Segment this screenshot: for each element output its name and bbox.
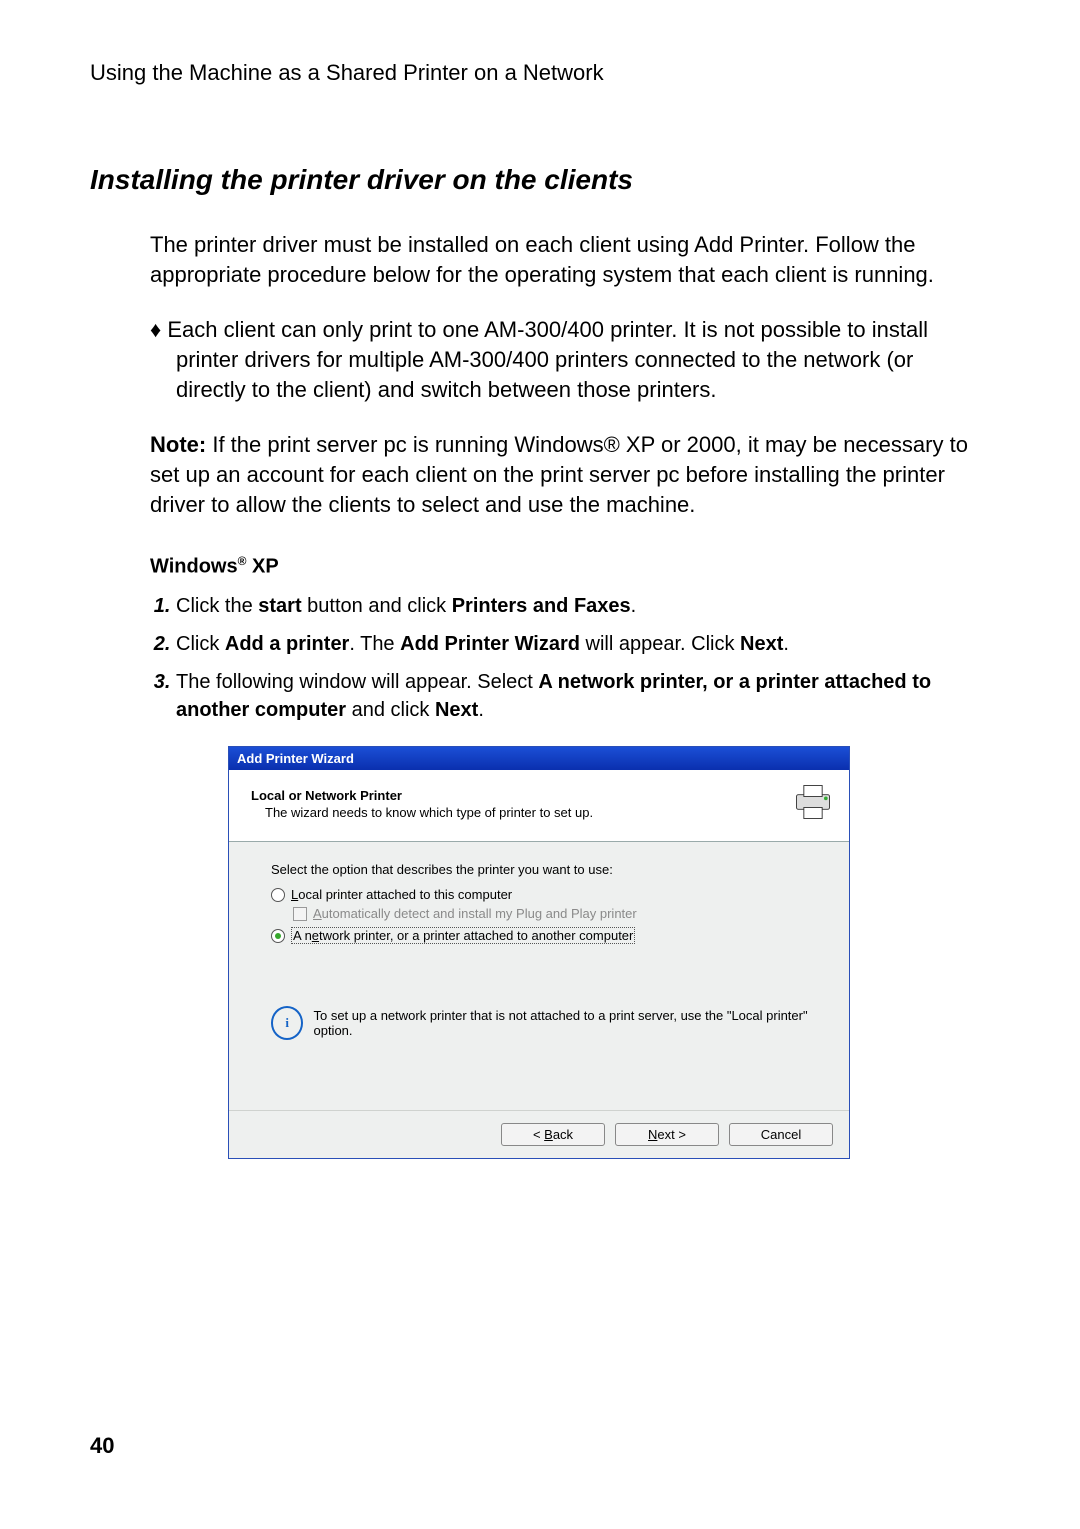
ak: N <box>648 1127 657 1142</box>
printer-icon <box>791 780 835 827</box>
steps-list: Click the start button and click Printer… <box>150 592 980 724</box>
back-button[interactable]: < Back <box>501 1123 605 1146</box>
t: Add a printer <box>225 633 349 655</box>
note-paragraph: Note: If the print server pc is running … <box>150 430 980 519</box>
t: Add Printer Wizard <box>400 633 580 655</box>
t: start <box>258 595 301 617</box>
wizard-titlebar: Add Printer Wizard <box>229 747 849 770</box>
t: Printers and Faxes <box>452 595 631 617</box>
step-1: Click the start button and click Printer… <box>176 592 980 620</box>
auto-detect-label: Automatically detect and install my Plug… <box>313 906 637 921</box>
step-2: Click Add a printer. The Add Printer Wiz… <box>176 630 980 658</box>
os-heading-version: XP <box>246 555 278 577</box>
t: ack <box>553 1127 573 1142</box>
limitation-bullet: ♦ Each client can only print to one AM-3… <box>150 315 980 404</box>
t: Next <box>435 699 478 721</box>
bullet-text: Each client can only print to one AM-300… <box>167 317 928 401</box>
option-local-label: Local printer attached to this computer <box>291 887 512 902</box>
t: utomatically detect and install my Plug … <box>322 906 637 921</box>
option-network-label: A network printer, or a printer attached… <box>291 927 635 944</box>
radio-unselected-icon <box>271 888 285 902</box>
t: button and click <box>302 595 452 617</box>
wizard-subheading: The wizard needs to know which type of p… <box>265 805 593 820</box>
intro-paragraph: The printer driver must be installed on … <box>150 230 980 289</box>
t: Next <box>740 633 783 655</box>
wizard-footer: < Back Next > Cancel <box>229 1110 849 1158</box>
ak: A <box>313 906 322 921</box>
wizard-header: Local or Network Printer The wizard need… <box>229 770 849 842</box>
wizard-prompt: Select the option that describes the pri… <box>271 862 823 877</box>
radio-selected-icon <box>271 929 285 943</box>
t: The following window will appear. Select <box>176 671 538 693</box>
t: . The <box>349 633 400 655</box>
ak: e <box>312 928 319 943</box>
t: will appear. Click <box>580 633 740 655</box>
t: Click <box>176 633 225 655</box>
add-printer-wizard-window: Add Printer Wizard Local or Network Prin… <box>228 746 850 1159</box>
wizard-body: Select the option that describes the pri… <box>229 842 849 1110</box>
option-network-printer[interactable]: A network printer, or a printer attached… <box>271 927 823 944</box>
note-label: Note: <box>150 432 206 457</box>
t: . <box>783 633 789 655</box>
note-body: If the print server pc is running Window… <box>150 432 968 516</box>
t: twork printer, or a printer attached to … <box>319 928 633 943</box>
wizard-heading: Local or Network Printer <box>251 788 593 803</box>
checkbox-disabled-icon <box>293 907 307 921</box>
t: Click the <box>176 595 258 617</box>
next-button[interactable]: Next > <box>615 1123 719 1146</box>
wizard-info-text: To set up a network printer that is not … <box>313 1008 823 1038</box>
running-head: Using the Machine as a Shared Printer on… <box>90 60 990 86</box>
t: ocal printer attached to this computer <box>298 887 512 902</box>
auto-detect-checkbox-row: Automatically detect and install my Plug… <box>293 906 823 921</box>
section-title: Installing the printer driver on the cli… <box>90 164 990 196</box>
os-heading-word: Windows <box>150 555 238 577</box>
cancel-button[interactable]: Cancel <box>729 1123 833 1146</box>
step-3: The following window will appear. Select… <box>176 668 980 724</box>
t: and click <box>346 699 435 721</box>
option-local-printer[interactable]: Local printer attached to this computer <box>271 887 823 902</box>
t: ext > <box>657 1127 686 1142</box>
info-icon: i <box>271 1006 303 1040</box>
wizard-info: i To set up a network printer that is no… <box>271 1006 823 1040</box>
ak: B <box>544 1127 553 1142</box>
os-heading: Windows® XP <box>150 554 980 579</box>
t: . <box>631 595 637 617</box>
t: . <box>478 699 484 721</box>
page-number: 40 <box>90 1433 114 1459</box>
t: A n <box>293 928 312 943</box>
bullet-marker: ♦ <box>150 317 161 342</box>
